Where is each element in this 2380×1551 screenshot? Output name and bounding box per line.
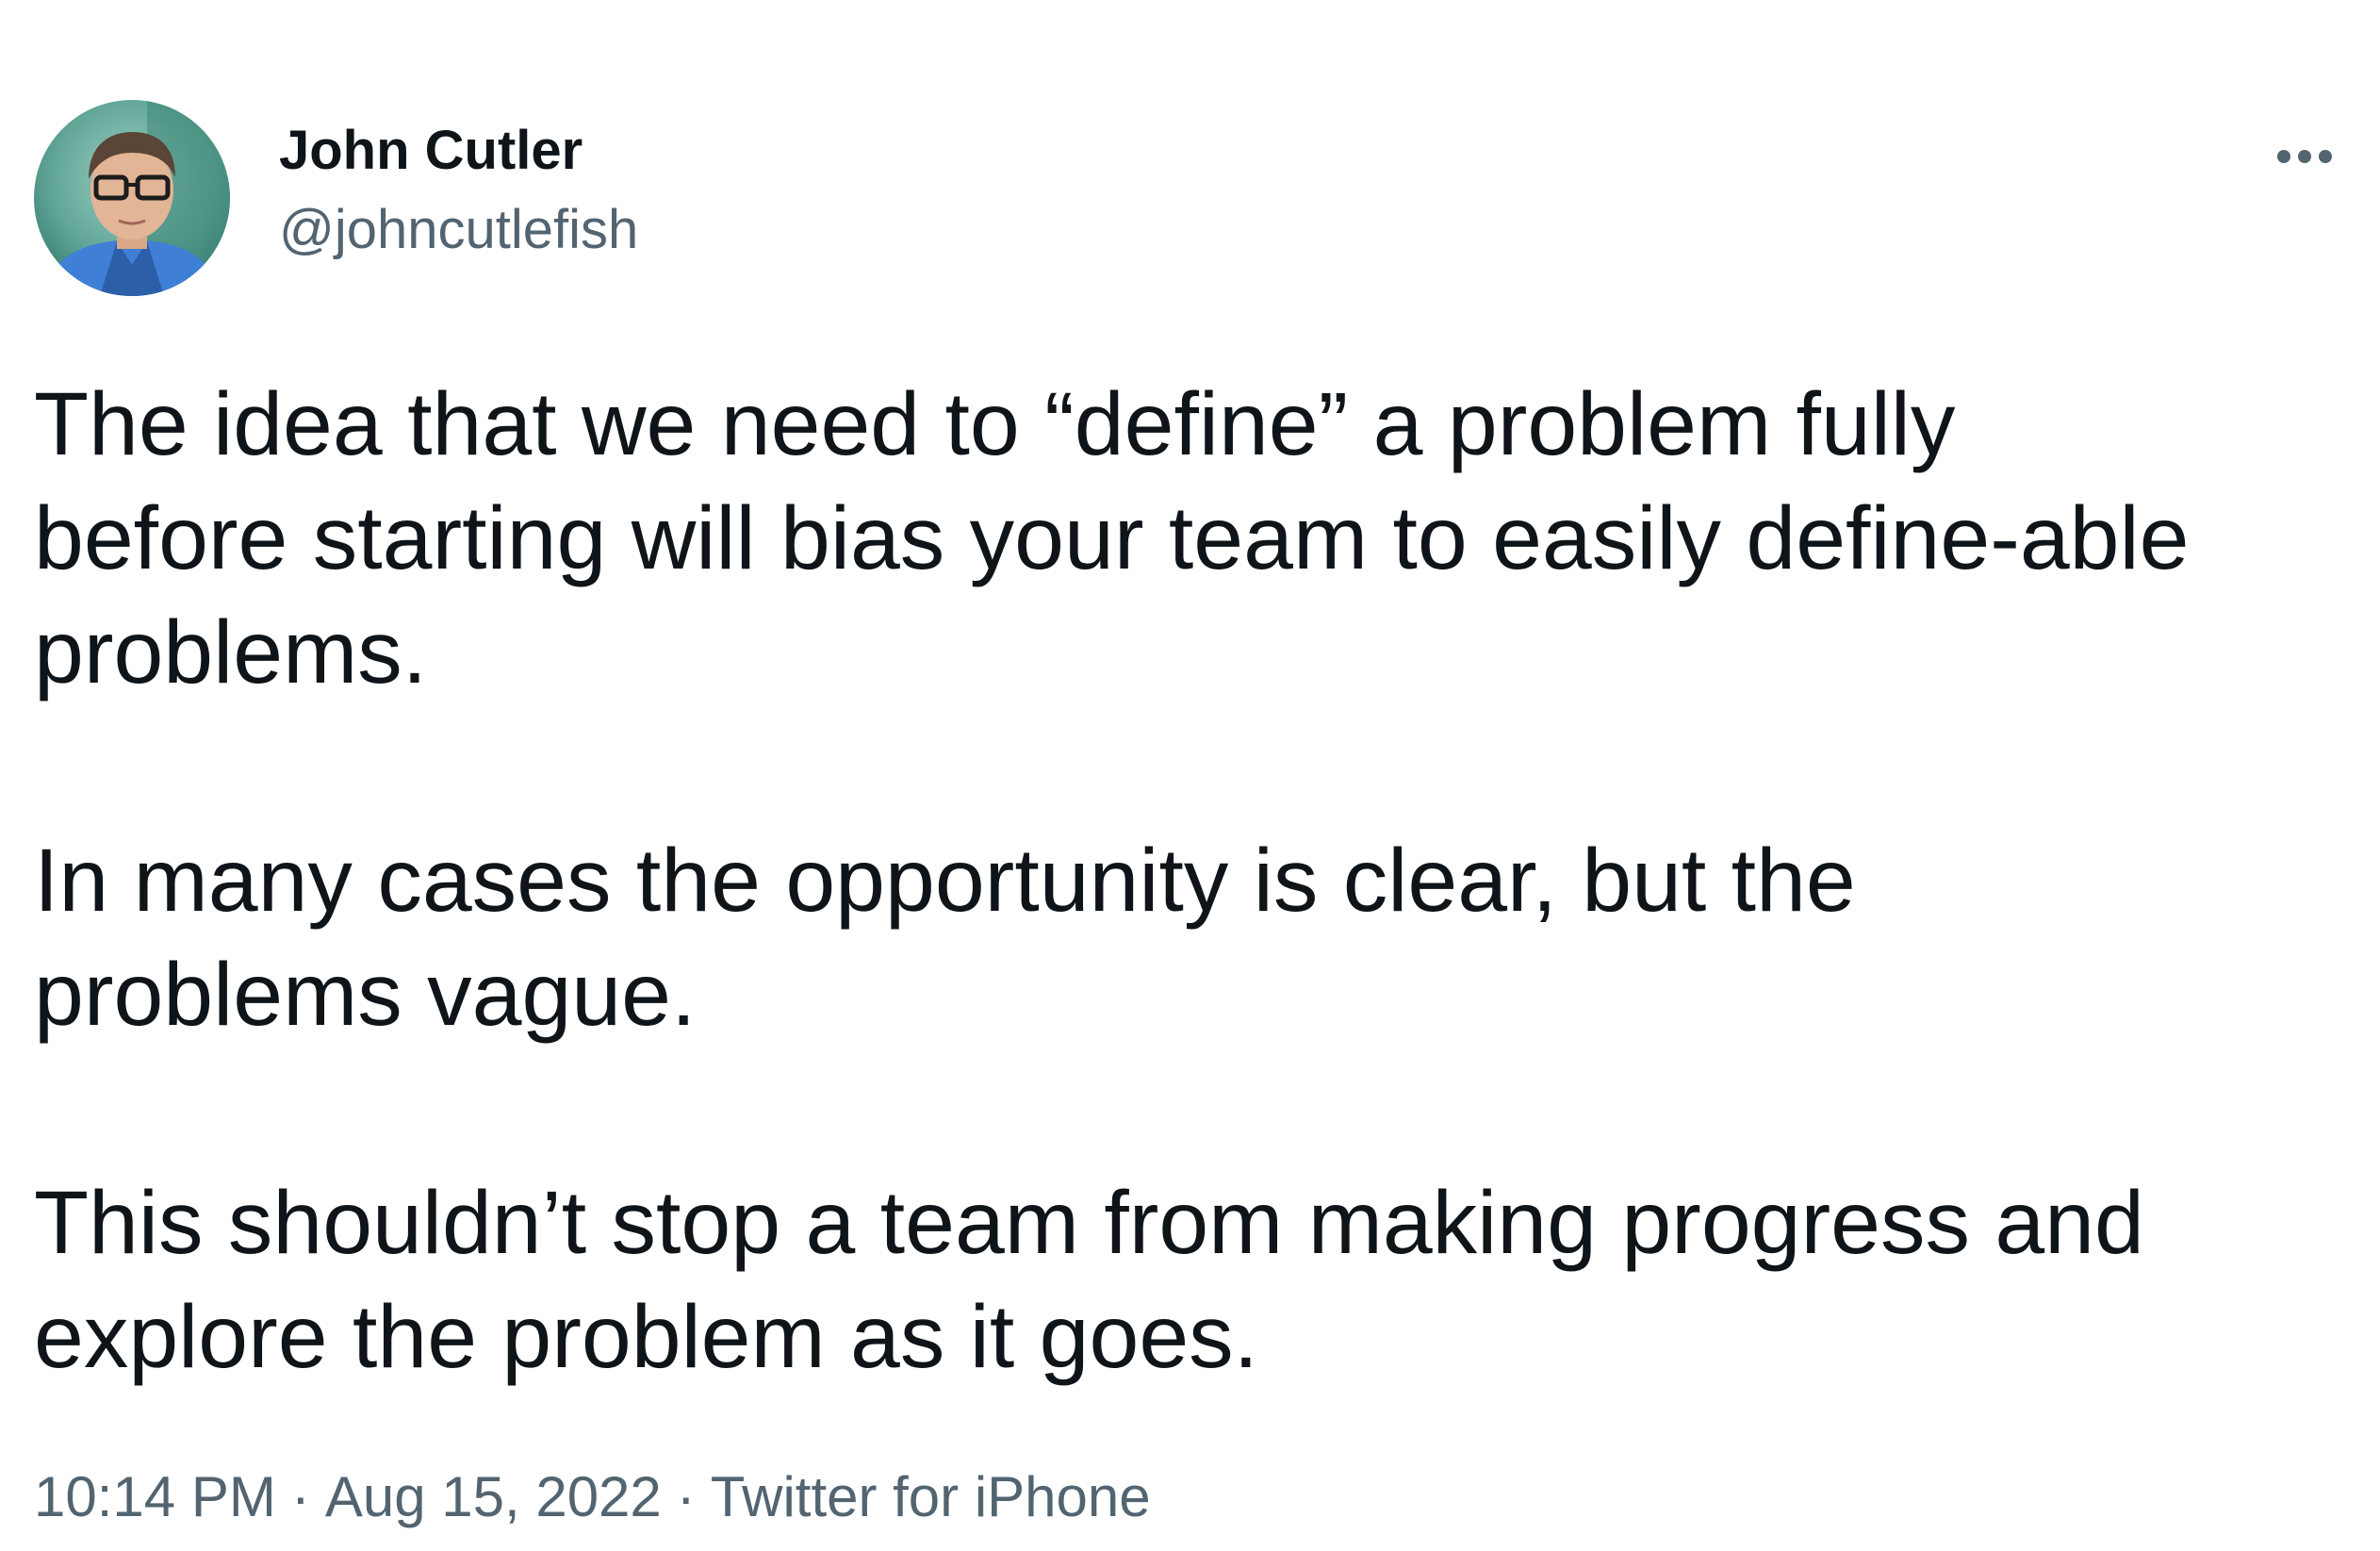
tweet-line: In many cases the opportunity is clear, …: [34, 831, 1856, 931]
tweet-line: explore the problem as it goes.: [34, 1287, 1259, 1387]
meta-separator: ·: [290, 1465, 310, 1528]
tweet-timestamp-date[interactable]: Aug 15, 2022: [325, 1465, 662, 1528]
tweet-meta: 10:14 PM · Aug 15, 2022 · Twitter for iPhone: [34, 1461, 1151, 1533]
author-display-name[interactable]: John Cutler: [279, 115, 638, 187]
author-block[interactable]: John Cutler @johncutlefish: [279, 115, 638, 266]
tweet-line: This shouldn’t stop a team from making p…: [34, 1173, 2144, 1273]
tweet-line: problems.: [34, 602, 428, 702]
tweet-card: John Cutler @johncutlefish The idea that…: [0, 0, 2380, 1551]
tweet-paragraph: This shouldn’t stop a team from making p…: [34, 1166, 2353, 1394]
avatar[interactable]: [34, 100, 230, 296]
meta-separator: ·: [676, 1465, 696, 1528]
tweet-paragraph: The idea that we need to “define” a prob…: [34, 368, 2353, 710]
tweet-line: problems vague.: [34, 945, 697, 1045]
tweet-text: The idea that we need to “define” a prob…: [34, 368, 2353, 1394]
tweet-source-link[interactable]: Twitter for iPhone: [711, 1465, 1151, 1528]
author-handle[interactable]: @johncutlefish: [279, 194, 638, 266]
avatar-photo-icon: [34, 100, 230, 296]
tweet-paragraph: In many cases the opportunity is clear, …: [34, 824, 2353, 1052]
more-horizontal-icon: [2277, 150, 2332, 163]
tweet-line: before starting will bias your team to e…: [34, 488, 2190, 588]
tweet-line: The idea that we need to “define” a prob…: [34, 374, 1956, 474]
more-options-button[interactable]: [2262, 128, 2347, 185]
tweet-timestamp-time[interactable]: 10:14 PM: [34, 1465, 276, 1528]
